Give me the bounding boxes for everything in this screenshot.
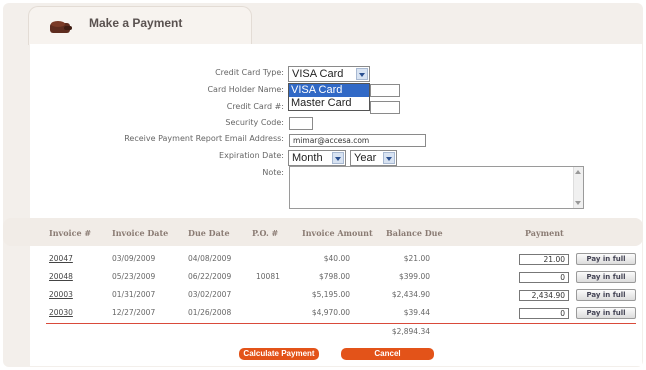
pay-in-full-button[interactable]: Pay in full <box>576 289 636 301</box>
card-type-option-visa[interactable]: VISA Card <box>289 84 369 97</box>
year-value: Year <box>354 152 377 164</box>
invoice-amount: $4,970.00 <box>311 308 350 317</box>
chevron-down-icon[interactable] <box>356 68 368 80</box>
chevron-down-icon[interactable] <box>332 152 344 164</box>
invoice-date: 05/23/2009 <box>112 272 156 281</box>
note-scrollbar[interactable] <box>573 167 583 208</box>
note-textarea[interactable] <box>289 166 584 209</box>
column-invoice-amount: Invoice Amount <box>302 228 373 238</box>
note-label: Note: <box>262 168 284 177</box>
page-title: Make a Payment <box>89 16 183 30</box>
invoice-date: 01/31/2007 <box>112 290 156 299</box>
invoice-date: 03/09/2009 <box>112 254 156 263</box>
invoice-amount: $40.00 <box>323 254 350 263</box>
card-number-label: Credit Card #: <box>226 102 284 111</box>
column-po-number: P.O. # <box>252 228 279 238</box>
invoice-link[interactable]: 20030 <box>49 308 73 317</box>
card-type-dropdown[interactable]: VISA Card Master Card <box>288 83 370 111</box>
column-balance-due: Balance Due <box>386 228 443 238</box>
card-type-select[interactable]: VISA Card <box>288 66 370 82</box>
email-label: Receive Payment Report Email Address: <box>124 134 284 143</box>
column-invoice-date: Invoice Date <box>112 228 169 238</box>
po-number: 10081 <box>256 272 280 281</box>
card-type-label: Credit Card Type: <box>215 68 284 77</box>
expiration-label: Expiration Date: <box>219 151 284 160</box>
expiration-year-select[interactable]: Year <box>350 150 397 166</box>
credit-card-icon <box>50 21 72 33</box>
security-code-field[interactable] <box>289 117 313 130</box>
section-tab: Make a Payment <box>28 6 252 45</box>
pay-in-full-button[interactable]: Pay in full <box>576 307 636 319</box>
cancel-button[interactable]: Cancel <box>341 348 434 360</box>
pay-in-full-button[interactable]: Pay in full <box>576 253 636 265</box>
balance-due: $399.00 <box>398 272 430 281</box>
pay-in-full-button[interactable]: Pay in full <box>576 271 636 283</box>
column-invoice-number: Invoice # <box>49 228 92 238</box>
expiration-month-select[interactable]: Month <box>288 150 346 166</box>
invoice-link[interactable]: 20048 <box>49 272 73 281</box>
total-divider <box>46 323 636 324</box>
payment-input[interactable]: 0 <box>519 272 569 283</box>
scroll-down-icon[interactable] <box>575 201 581 205</box>
balance-due: $39.44 <box>403 308 430 317</box>
scroll-up-icon[interactable] <box>575 170 581 174</box>
security-code-label: Security Code: <box>225 118 284 127</box>
column-due-date: Due Date <box>188 228 230 238</box>
email-field[interactable]: mimar@accesa.com <box>289 134 426 147</box>
payment-input[interactable]: 0 <box>519 308 569 319</box>
due-date: 04/08/2009 <box>188 254 232 263</box>
total-balance: $2,894.34 <box>391 327 430 336</box>
payment-input[interactable]: 21.00 <box>519 254 569 265</box>
card-type-option-master[interactable]: Master Card <box>289 97 369 110</box>
month-value: Month <box>292 152 323 164</box>
due-date: 03/02/2007 <box>188 290 232 299</box>
invoice-link[interactable]: 20003 <box>49 290 73 299</box>
calculate-payment-button[interactable]: Calculate Payment <box>239 348 319 360</box>
invoice-date: 12/27/2007 <box>112 308 156 317</box>
invoice-amount: $5,195.00 <box>311 290 350 299</box>
balance-due: $21.00 <box>403 254 430 263</box>
invoice-amount: $798.00 <box>318 272 350 281</box>
payment-input[interactable]: 2,434.90 <box>519 290 569 301</box>
card-holder-label: Card Holder Name: <box>207 85 284 94</box>
card-holder-field[interactable] <box>370 84 400 97</box>
balance-due: $2,434.90 <box>391 290 430 299</box>
card-number-field[interactable] <box>370 101 400 114</box>
chevron-down-icon[interactable] <box>383 152 395 164</box>
due-date: 01/26/2008 <box>188 308 232 317</box>
column-payment: Payment <box>525 228 564 238</box>
due-date: 06/22/2009 <box>188 272 232 281</box>
invoice-link[interactable]: 20047 <box>49 254 73 263</box>
card-type-value: VISA Card <box>292 68 344 80</box>
